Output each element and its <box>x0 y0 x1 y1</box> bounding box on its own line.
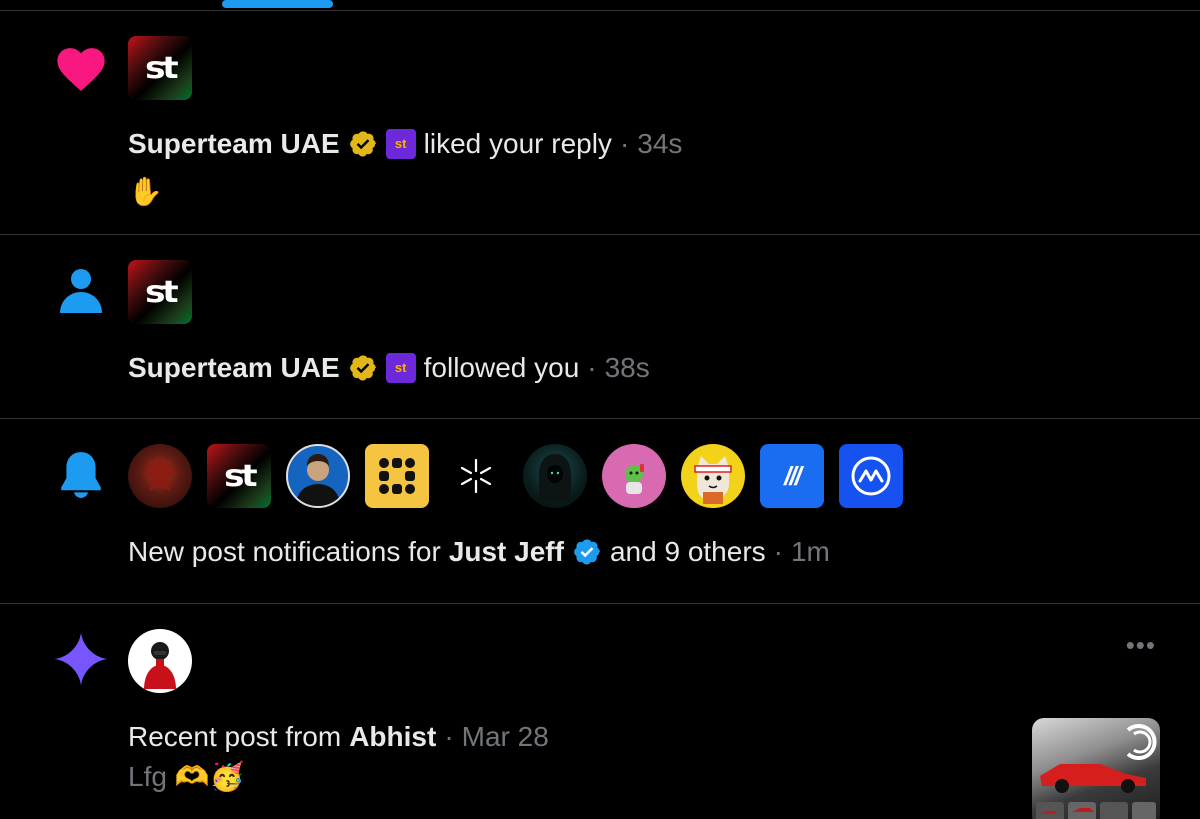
superteam-avatar[interactable]: st <box>207 444 271 508</box>
post-content: Lfg 🫶🥳 <box>128 761 245 792</box>
post-media-thumbnail[interactable] <box>1032 718 1160 819</box>
person-icon <box>52 261 110 319</box>
cat-cartoon-icon <box>694 456 732 504</box>
suffix-text[interactable]: and 9 others <box>610 535 766 569</box>
reply-content: ✋ <box>128 176 163 207</box>
sparkle-icon <box>52 630 110 688</box>
actor-name[interactable]: Superteam UAE <box>128 351 340 385</box>
action-text: liked your reply <box>423 128 612 159</box>
gold-verified-badge-icon <box>349 131 376 157</box>
separator-dot: · <box>619 128 630 159</box>
notification-follow[interactable]: st Superteam UAE st followed you · 38s <box>0 235 1200 419</box>
blue-slash-logo-avatar[interactable]: /// <box>760 444 824 508</box>
notification-new-posts[interactable]: st /// New post notifications for Just J… <box>0 419 1200 604</box>
timestamp[interactable]: 38s <box>605 351 650 385</box>
separator-dot: · <box>587 352 597 383</box>
gold-verified-badge-icon <box>349 355 376 381</box>
grid-logo-icon <box>379 458 415 494</box>
cat-cartoon-avatar[interactable] <box>681 444 745 508</box>
abhist-avatar[interactable] <box>128 629 192 693</box>
actor-name[interactable]: Just Jeff <box>449 535 564 569</box>
hooded-figure-icon <box>539 454 571 502</box>
separator-dot: · <box>444 721 454 752</box>
timestamp[interactable]: 34s <box>637 127 682 161</box>
asterisk-logo-icon <box>460 458 492 494</box>
race-car-image-icon <box>1036 724 1157 819</box>
affiliate-badge[interactable]: st <box>385 129 416 159</box>
action-text: followed you <box>423 352 580 383</box>
heart-icon <box>52 38 110 96</box>
bell-icon <box>52 445 110 503</box>
asterisk-logo-avatar[interactable] <box>444 444 508 508</box>
blue-verified-badge-icon <box>574 539 600 565</box>
coinmarketcap-logo-icon <box>851 456 891 496</box>
timestamp[interactable]: Mar 28 <box>462 720 549 754</box>
notification-like[interactable]: st Superteam UAE st liked your reply · 3… <box>0 11 1200 235</box>
separator-dot: · <box>773 536 783 567</box>
man-portrait-avatar[interactable] <box>286 444 350 508</box>
active-tab-indicator <box>222 0 333 8</box>
actor-name[interactable]: Abhist <box>349 720 436 754</box>
coinmarketcap-logo-avatar[interactable] <box>839 444 903 508</box>
green-character-avatar[interactable] <box>602 444 666 508</box>
prefix-text: Recent post from <box>128 721 342 752</box>
portrait-silhouette-icon <box>296 454 340 506</box>
actor-name[interactable]: Superteam UAE <box>128 127 340 161</box>
yellow-grid-logo-avatar[interactable] <box>365 444 429 508</box>
superteam-uae-avatar[interactable]: st <box>128 36 192 100</box>
notification-recent-post[interactable]: ••• Recent post from Abhist · Mar 28 Lfg… <box>0 604 1200 819</box>
person-red-outfit-icon <box>144 642 176 689</box>
red-creature-avatar[interactable] <box>128 444 192 508</box>
superteam-uae-avatar[interactable]: st <box>128 260 192 324</box>
prefix-text: New post notifications for <box>128 536 441 567</box>
creature-silhouette-icon <box>143 456 177 491</box>
hooded-figure-avatar[interactable] <box>523 444 587 508</box>
affiliate-badge[interactable]: st <box>385 353 416 383</box>
timestamp[interactable]: 1m <box>791 535 830 569</box>
green-character-icon <box>625 464 644 494</box>
more-options-button[interactable]: ••• <box>1126 632 1156 658</box>
